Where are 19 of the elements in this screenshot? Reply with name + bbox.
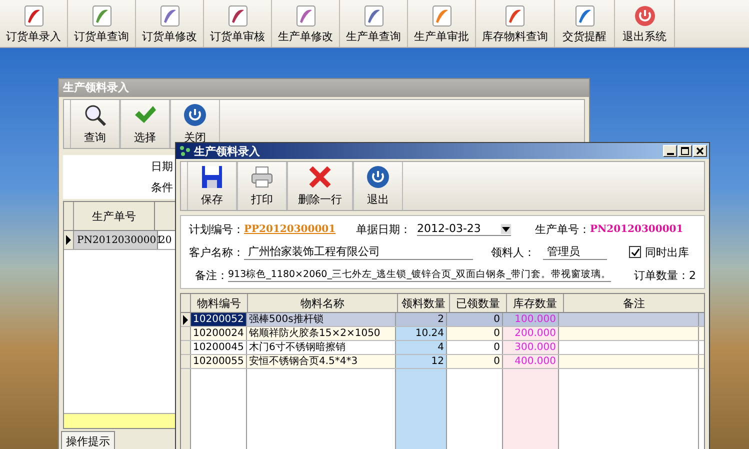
column-header: 已领数量 xyxy=(450,294,507,312)
column-header: 库存数量 xyxy=(507,294,564,312)
production-number: PN20120300001 xyxy=(590,224,684,234)
column-header: 物料名称 xyxy=(248,294,398,312)
field-label: 生产单号： xyxy=(535,222,590,236)
window-title: 生产领料录入 xyxy=(59,79,589,97)
column-header: 生产单号 xyxy=(74,202,155,230)
column-header: 物料编号 xyxy=(191,294,248,312)
checkbox-label: 同时出库 xyxy=(645,244,689,260)
order-quantity: 订单数量：2 xyxy=(634,268,696,282)
column-header: 备注 xyxy=(564,294,704,312)
field-label: 计划编号： xyxy=(189,222,244,236)
column-header: 领料数量 xyxy=(398,294,450,312)
field-label: 客户名称： xyxy=(189,244,244,260)
field-label: 领料人： xyxy=(491,244,535,260)
filter-label: 条件 xyxy=(151,180,173,195)
field-label: 单据日期： xyxy=(356,222,411,236)
filter-label: 日期 xyxy=(151,159,173,174)
field-label: 备注： xyxy=(195,268,228,282)
